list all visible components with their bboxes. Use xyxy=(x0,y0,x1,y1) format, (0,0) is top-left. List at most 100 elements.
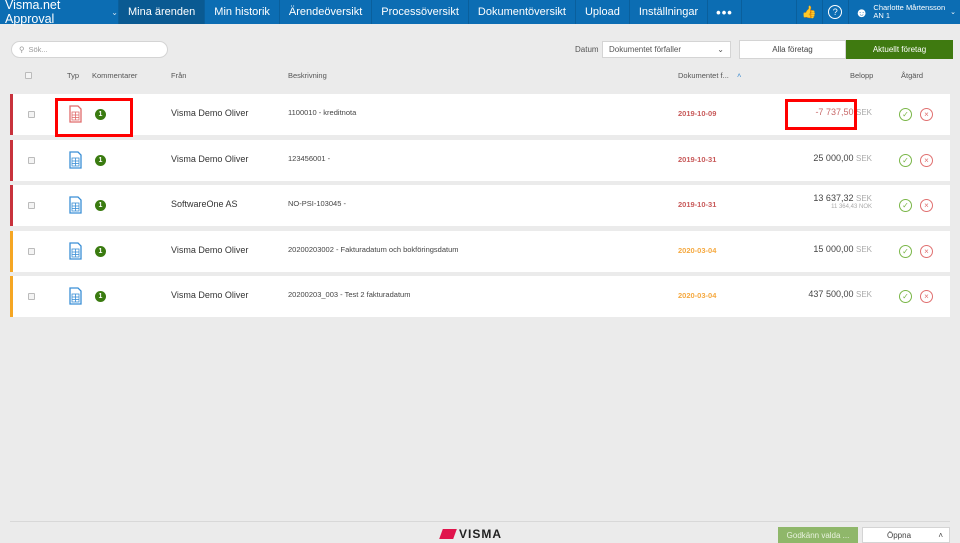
sort-asc-icon: ˄ xyxy=(736,71,742,80)
search-placeholder: Sök... xyxy=(28,45,48,54)
row-amount: 437 500,00 SEK xyxy=(808,289,872,300)
search-input[interactable]: ⚲ Sök... xyxy=(11,41,168,58)
row-from: Visma Demo Oliver xyxy=(171,108,249,118)
chevron-down-icon: ⌄ xyxy=(950,9,956,16)
open-button[interactable]: Öppna ˄ xyxy=(862,527,950,543)
document-icon xyxy=(69,196,82,214)
chevron-down-icon: ⌄ xyxy=(111,7,118,17)
open-label: Öppna xyxy=(887,530,912,540)
row-checkbox[interactable] xyxy=(28,202,35,209)
feedback-icon[interactable]: 👍 xyxy=(795,0,822,24)
amount-secondary: 11 364,43 NOK xyxy=(831,204,872,210)
search-icon: ⚲ xyxy=(19,45,25,54)
col-description[interactable]: Beskrivning xyxy=(288,71,327,80)
amount-currency: SEK xyxy=(855,245,872,254)
reject-icon[interactable]: × xyxy=(920,199,933,212)
document-icon xyxy=(69,151,82,169)
row-from: Visma Demo Oliver xyxy=(171,245,249,255)
amount-currency: SEK xyxy=(855,154,872,163)
col-action: Åtgärd xyxy=(901,71,924,80)
row-description: 123456001 - xyxy=(288,154,331,163)
row-checkbox[interactable] xyxy=(28,293,35,300)
highlight-box xyxy=(55,98,133,137)
visma-logo: VISMA xyxy=(439,527,502,541)
date-filter-label: Datum xyxy=(575,45,599,54)
comment-count-badge[interactable]: 1 xyxy=(95,200,106,211)
current-company-button[interactable]: Aktuellt företag xyxy=(846,40,953,59)
row-from: Visma Demo Oliver xyxy=(171,154,249,164)
row-date: 2019-10-31 xyxy=(678,200,717,209)
chevron-up-icon: ˄ xyxy=(938,530,943,540)
table-row[interactable]: 1 Visma Demo Oliver 20200203_003 - Test … xyxy=(10,276,950,317)
row-checkbox[interactable] xyxy=(28,157,35,164)
col-document-date[interactable]: Dokumentet f... ˄ xyxy=(678,71,741,80)
row-description: 20200203002 - Fakturadatum och bokföring… xyxy=(288,245,459,254)
row-description: 20200203_003 - Test 2 fakturadatum xyxy=(288,290,411,299)
row-checkbox[interactable] xyxy=(28,111,35,118)
row-from: SoftwareOne AS xyxy=(171,199,238,209)
amount-currency: SEK xyxy=(855,108,872,117)
table-row[interactable]: 1 Visma Demo Oliver 123456001 - 2019-10-… xyxy=(10,140,950,181)
reject-icon[interactable]: × xyxy=(920,154,933,167)
row-checkbox[interactable] xyxy=(28,248,35,255)
tab-processoversikt[interactable]: Processöversikt xyxy=(371,0,468,24)
col-amount[interactable]: Belopp xyxy=(850,71,873,80)
chevron-down-icon: ⌄ xyxy=(717,45,724,54)
footer-divider xyxy=(10,521,950,522)
table-row[interactable]: 1 Visma Demo Oliver 20200203002 - Faktur… xyxy=(10,231,950,272)
comment-count-badge[interactable]: 1 xyxy=(95,246,106,257)
approve-icon[interactable]: ✓ xyxy=(899,245,912,258)
app-title: Visma.net Approval xyxy=(5,0,61,26)
all-companies-button[interactable]: Alla företag xyxy=(739,40,846,59)
amount-value: 13 637,32 xyxy=(813,193,854,203)
help-icon[interactable]: ? xyxy=(821,0,848,24)
more-menu-button[interactable]: ••• xyxy=(707,0,742,24)
user-icon: ☻ xyxy=(854,4,869,20)
reject-icon[interactable]: × xyxy=(920,108,933,121)
approve-selected-button[interactable]: Godkänn valda ... xyxy=(778,527,858,543)
amount-currency: SEK xyxy=(855,290,872,299)
row-amount: 13 637,32 SEK 11 364,43 NOK xyxy=(813,193,872,210)
tab-dokumentoversikt[interactable]: Dokumentöversikt xyxy=(467,0,575,24)
user-company: AN 1 xyxy=(873,11,891,20)
row-description: NO-PSI-103045 - xyxy=(288,199,346,208)
document-icon xyxy=(69,287,82,305)
row-date: 2019-10-31 xyxy=(678,155,717,164)
date-filter-value: Dokumentet förfaller xyxy=(609,45,682,54)
approve-icon[interactable]: ✓ xyxy=(899,108,912,121)
tab-upload[interactable]: Upload xyxy=(574,0,629,24)
tab-arendeoversikt[interactable]: Ärendeöversikt xyxy=(278,0,371,24)
comment-count-badge[interactable]: 1 xyxy=(95,291,106,302)
top-nav: Visma.net Approval ⌄ Mina ärenden Min his… xyxy=(0,0,960,26)
table-row[interactable]: 1 SoftwareOne AS NO-PSI-103045 - 2019-10… xyxy=(10,185,950,226)
reject-icon[interactable]: × xyxy=(920,290,933,303)
col-comments[interactable]: Kommentarer xyxy=(92,71,137,80)
tab-min-historik[interactable]: Min historik xyxy=(204,0,279,24)
highlight-box xyxy=(785,99,857,130)
col-type[interactable]: Typ xyxy=(67,71,79,80)
user-menu[interactable]: ☻ Charlotte Mårtensson AN 1 ⌄ xyxy=(847,0,960,24)
reject-icon[interactable]: × xyxy=(920,245,933,258)
comment-count-badge[interactable]: 1 xyxy=(95,155,106,166)
row-description: 1100010 - kreditnota xyxy=(288,108,357,117)
row-date: 2019-10-09 xyxy=(678,109,717,118)
row-date: 2020-03-04 xyxy=(678,246,717,255)
col-from[interactable]: Från xyxy=(171,71,186,80)
document-icon xyxy=(69,242,82,260)
date-filter-select[interactable]: Dokumentet förfaller ⌄ xyxy=(602,41,731,58)
tab-installningar[interactable]: Inställningar xyxy=(628,0,707,24)
app-switcher[interactable]: Visma.net Approval ⌄ xyxy=(0,0,118,26)
row-amount: 25 000,00 SEK xyxy=(813,153,872,164)
select-all-checkbox[interactable] xyxy=(25,72,32,79)
amount-value: 25 000,00 xyxy=(813,153,854,163)
row-from: Visma Demo Oliver xyxy=(171,290,249,300)
amount-value: 437 500,00 xyxy=(808,289,854,299)
col-document-label: Dokumentet f... xyxy=(678,71,729,80)
approve-icon[interactable]: ✓ xyxy=(899,154,912,167)
tab-mina-arenden[interactable]: Mina ärenden xyxy=(118,0,205,24)
row-amount: 15 000,00 SEK xyxy=(813,244,872,255)
row-date: 2020-03-04 xyxy=(678,291,717,300)
amount-value: 15 000,00 xyxy=(813,244,854,254)
approve-icon[interactable]: ✓ xyxy=(899,290,912,303)
approve-icon[interactable]: ✓ xyxy=(899,199,912,212)
